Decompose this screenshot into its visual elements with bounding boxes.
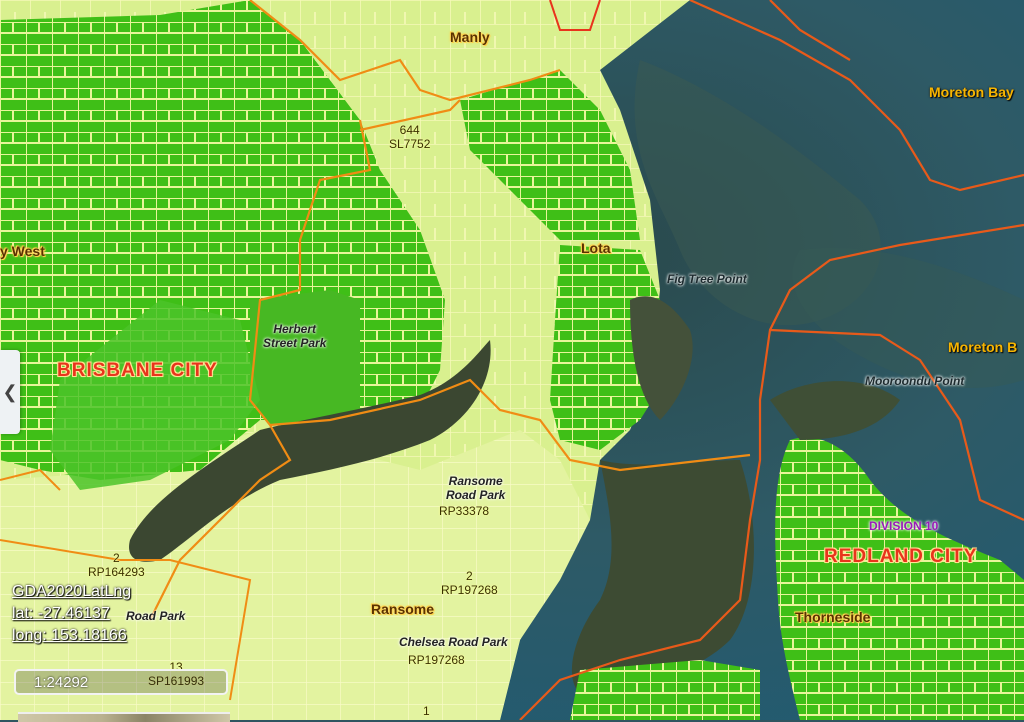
lot-label-644: 644 SL7752 (389, 123, 430, 151)
suburb-label-thorneside: Thorneside (795, 609, 871, 625)
lot-plan: SL7752 (389, 137, 431, 151)
coordinate-latitude[interactable]: lat: -27.46137 (12, 603, 131, 625)
lot-number: 644 (399, 123, 420, 137)
park-label-ransome-line1: Ransome (448, 474, 503, 488)
park-label-ransome-road: Ransome Road Park (446, 474, 505, 502)
residential-bottom (570, 660, 760, 720)
basemap-switcher-thumbnail[interactable] (18, 712, 230, 722)
water-label-moreton-bay-2: Moreton B (948, 339, 1018, 355)
park-label-herbert-line1: Herbert (273, 322, 317, 336)
coordinate-longitude[interactable]: long: 153.18166 (12, 625, 131, 647)
lot-label-rp197268-a: 2 RP197268 (441, 569, 498, 597)
point-label-fig-tree: Fig Tree Point (667, 272, 747, 286)
lot-number: 2 (113, 551, 120, 565)
point-label-mooroondu: Mooroondu Point (865, 374, 965, 388)
sidebar-toggle-button[interactable]: ❮ (0, 350, 20, 434)
scale-value: 1:24292 (34, 674, 89, 691)
suburb-label-ransome: Ransome (371, 601, 435, 617)
lot-label-rp33378: RP33378 (439, 504, 490, 518)
lot-label-bottom: 1 (423, 704, 430, 718)
park-label-chelsea-road: Chelsea Road Park (399, 635, 508, 649)
chevron-left-icon: ❮ (2, 382, 18, 402)
park-label-ransome-line2: Road Park (446, 488, 506, 502)
division-label: DIVISION 10 (869, 519, 939, 533)
park-label-road-park-partial: Road Park (126, 609, 186, 623)
lot-label-rp197268-b: RP197268 (408, 653, 465, 667)
city-label-redland: REDLAND CITY (824, 546, 978, 567)
lot-number: 2 (466, 569, 473, 583)
suburb-label-west: y West (0, 243, 45, 259)
coordinate-readout: GDA2020LatLng lat: -27.46137 long: 153.1… (12, 581, 131, 647)
herbert-street-park-area (250, 290, 360, 425)
suburb-label-manly: Manly (450, 29, 490, 45)
park-label-herbert-line2: Street Park (263, 336, 327, 350)
scale-indicator[interactable]: 1:24292 (14, 669, 228, 695)
lot-plan: RP197268 (441, 583, 498, 597)
water-label-moreton-bay: Moreton Bay (929, 84, 1014, 100)
park-label-herbert-street: Herbert Street Park (263, 322, 326, 350)
coordinate-datum-link[interactable]: GDA2020LatLng (12, 581, 131, 603)
lot-plan: RP164293 (88, 565, 145, 579)
lot-label-rp164293: 2 RP164293 (88, 551, 145, 579)
suburb-label-lota: Lota (581, 240, 611, 256)
city-label-brisbane: BRISBANE CITY (57, 360, 218, 381)
